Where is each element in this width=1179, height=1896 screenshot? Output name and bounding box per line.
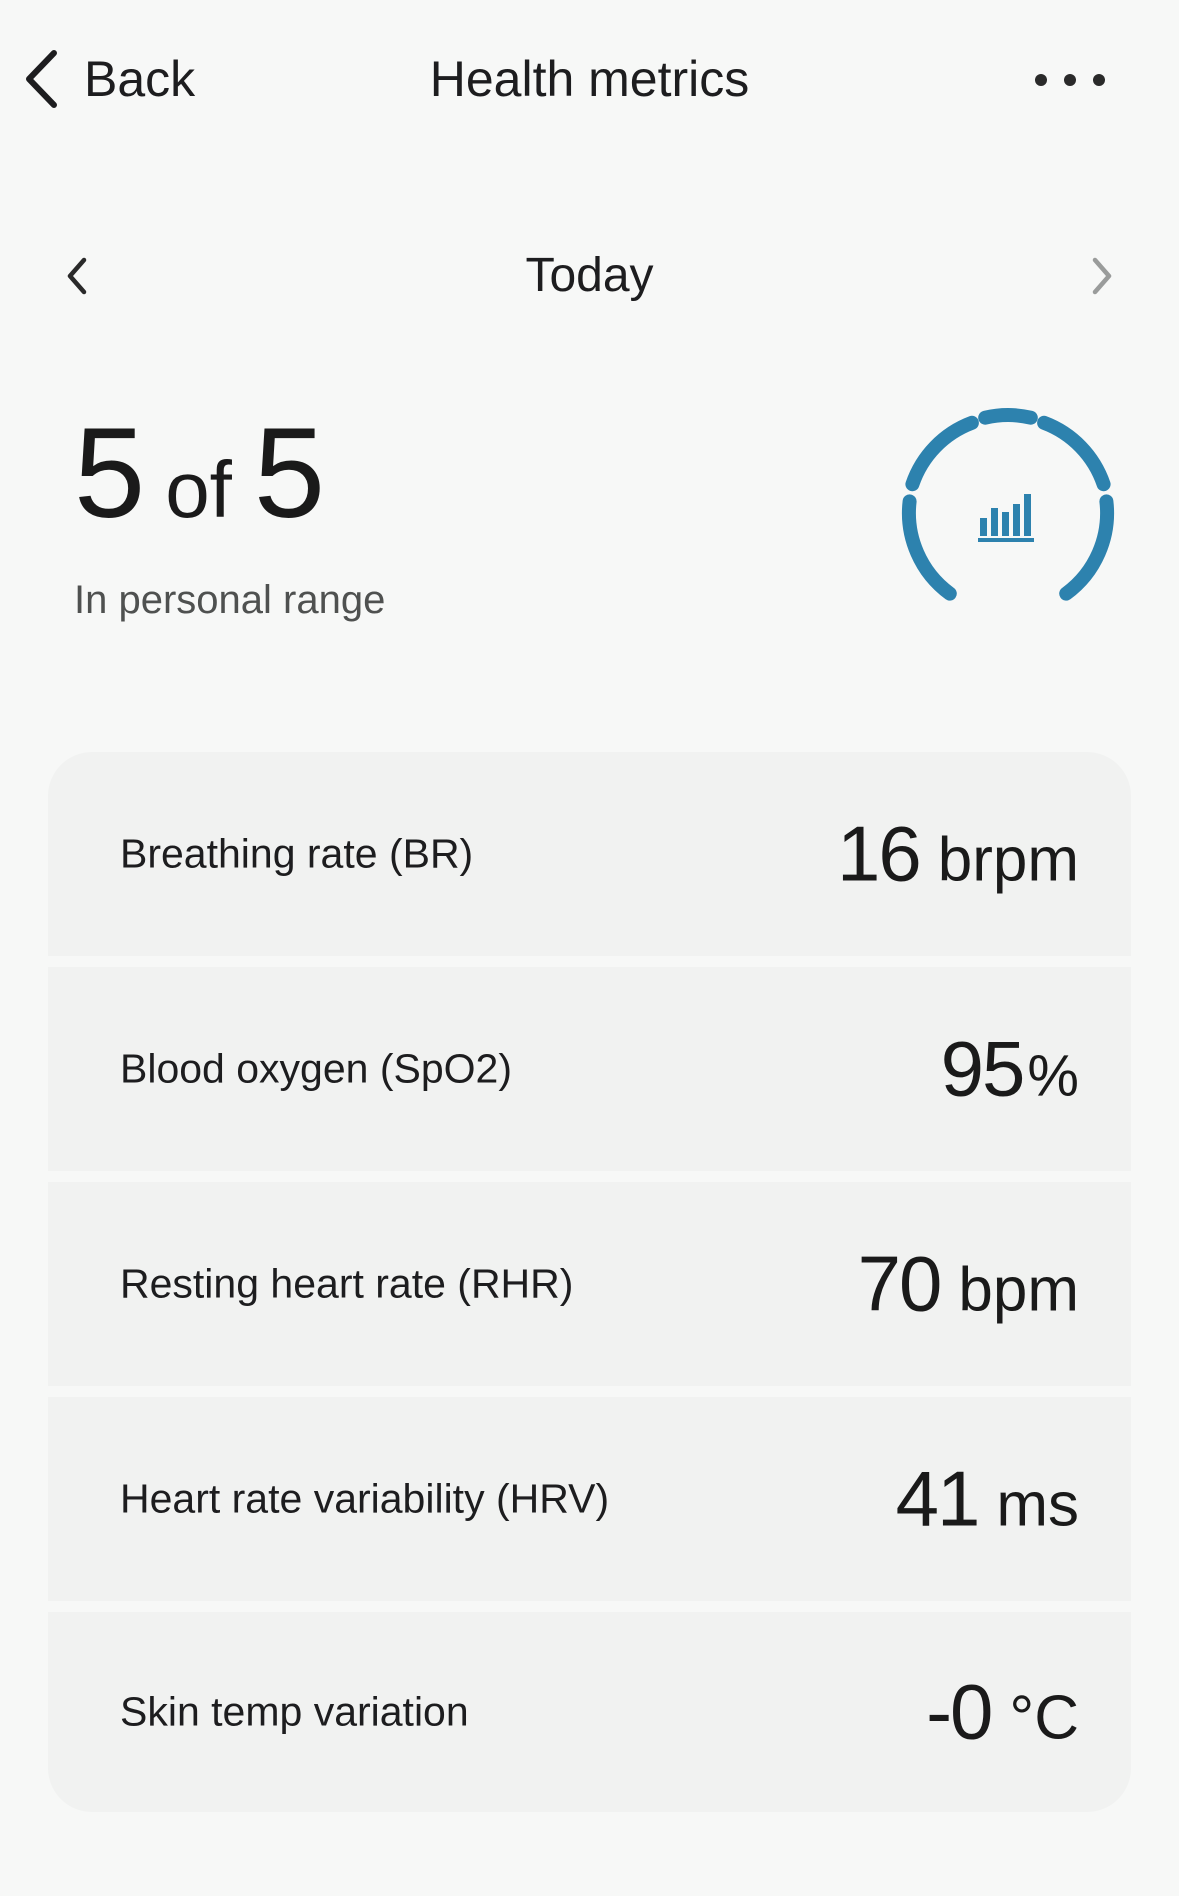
metric-label: Heart rate variability (HRV) (120, 1475, 610, 1522)
range-count: 5 of 5 (74, 410, 385, 538)
metric-unit: ms (996, 1470, 1079, 1540)
bar-chart-icon (978, 494, 1034, 542)
metric-number: 95 (940, 1024, 1026, 1113)
gauge-segment (901, 494, 957, 601)
in-range-count: 5 (74, 402, 146, 545)
of-word: of (165, 445, 232, 534)
metric-number: 41 (895, 1454, 981, 1543)
metric-value: 41 ms (896, 1454, 1079, 1545)
more-horizontal-icon (1035, 74, 1047, 86)
metric-unit: % (1027, 1043, 1079, 1109)
total-count: 5 (253, 402, 326, 545)
metric-row-skin-temp-variation[interactable]: Skin temp variation -0 °C (48, 1612, 1131, 1812)
metric-unit: bpm (958, 1255, 1079, 1325)
metric-value: 16 brpm (837, 809, 1079, 900)
range-subtitle: In personal range (74, 578, 386, 622)
gauge-segment (978, 408, 1038, 425)
page-title: Health metrics (429, 51, 750, 107)
metric-value: -0 °C (926, 1667, 1079, 1758)
metric-number: 16 (836, 809, 922, 898)
metric-row-resting-heart-rate[interactable]: Resting heart rate (RHR) 70 bpm (48, 1182, 1131, 1386)
date-label: Today (525, 249, 654, 302)
metric-row-breathing-rate[interactable]: Breathing rate (BR) 16 brpm (48, 752, 1131, 956)
gauge-segment (1037, 415, 1111, 492)
top-app-bar: Back Health metrics (0, 0, 1179, 160)
chevron-right-icon (1092, 257, 1112, 295)
gauge-segment (905, 415, 979, 492)
metric-label: Skin temp variation (120, 1688, 469, 1735)
range-summary: 5 of 5 In personal range (74, 410, 385, 623)
metric-unit: °C (1009, 1683, 1079, 1753)
metric-label: Blood oxygen (SpO2) (120, 1045, 513, 1092)
metric-number: -0 (926, 1667, 993, 1756)
metrics-list: Breathing rate (BR) 16 brpm Blood oxygen… (48, 752, 1131, 1823)
metric-label: Resting heart rate (RHR) (120, 1260, 574, 1307)
next-day-button[interactable] (1089, 256, 1115, 301)
metric-number: 70 (857, 1239, 943, 1328)
date-navigator: Today (0, 240, 1179, 320)
metric-label: Breathing rate (BR) (120, 830, 474, 877)
range-gauge[interactable] (892, 400, 1124, 632)
gauge-segment (1059, 494, 1115, 601)
more-options-button[interactable] (1035, 60, 1105, 100)
metric-row-blood-oxygen[interactable]: Blood oxygen (SpO2) 95 % (48, 967, 1131, 1171)
metric-value: 95 % (941, 1024, 1079, 1115)
metric-value: 70 bpm (858, 1239, 1079, 1330)
metric-row-heart-rate-variability[interactable]: Heart rate variability (HRV) 41 ms (48, 1397, 1131, 1601)
metric-unit: brpm (937, 825, 1079, 895)
